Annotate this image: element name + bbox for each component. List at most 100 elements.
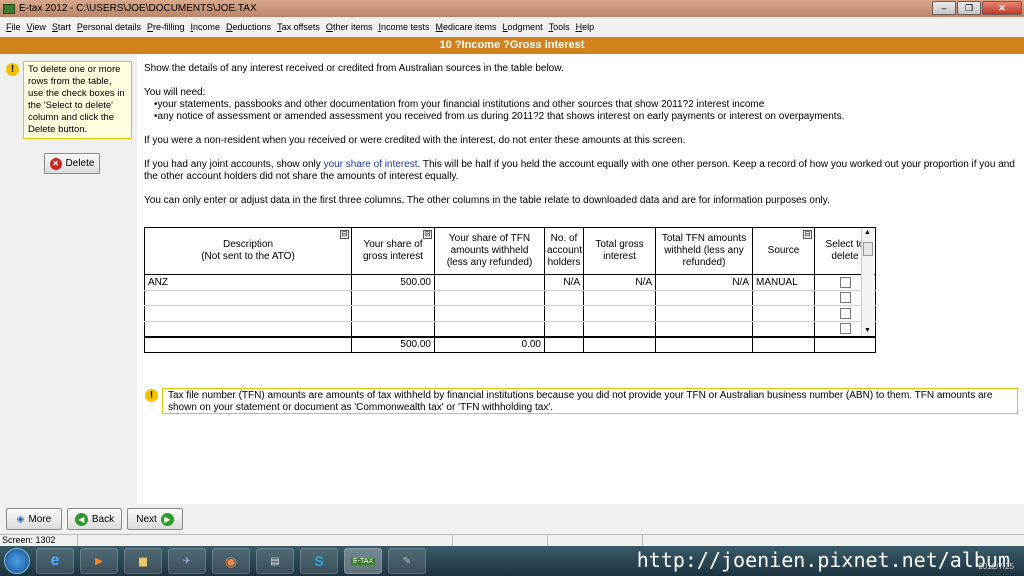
joint-accounts-text: If you had any joint accounts, show only… [144,159,1016,183]
cell-total-tfn [655,320,753,337]
skype-taskbar-icon[interactable]: S [300,548,338,574]
scroll-up-arrow-icon[interactable]: ▲ [864,229,871,236]
col-total-gross: Total gross interest [583,227,656,275]
col-select-delete-label: Select to delete [825,239,865,262]
menu-pre-filling[interactable]: Pre-filling [144,22,188,32]
menu-income[interactable]: Income [188,22,224,32]
cell-gross-interest[interactable]: 500.00 [351,274,435,291]
delete-hint: To delete one or more rows from the tabl… [23,61,132,139]
cell-tfn-withheld[interactable] [434,289,545,306]
menu-income-tests[interactable]: Income tests [375,22,432,32]
joint-accounts-text-a: If you had any joint accounts, show only [144,159,324,170]
more-label: More [28,513,52,525]
select-to-delete-checkbox[interactable] [839,322,851,334]
cell-description[interactable] [144,320,352,337]
menu-lodgment[interactable]: Lodgment [500,22,546,32]
menu-start[interactable]: Start [49,22,74,32]
sort-icon[interactable]: ⊟ [423,230,432,239]
col-description[interactable]: Description (Not sent to the ATO) ⊟ [144,227,352,275]
cell-description[interactable]: ANZ [144,274,352,291]
cell-tfn-withheld[interactable] [434,320,545,337]
next-label: Next [136,513,157,525]
cell-source [752,305,815,322]
menu-deductions[interactable]: Deductions [223,22,274,32]
col-source[interactable]: Source ⊟ [752,227,815,275]
col-gross-interest-label: Your share of gross interest [362,239,424,262]
select-to-delete-checkbox[interactable] [839,276,851,288]
sidebar: ! To delete one or more rows from the ta… [0,54,137,504]
cell-description[interactable] [144,289,352,306]
restore-button[interactable]: ❐ [957,1,981,15]
sort-icon[interactable]: ⊟ [803,230,812,239]
col-description-label: Description (Not sent to the ATO) [201,239,295,262]
etax-app-icon [3,3,15,14]
table-scrollbar[interactable]: ▲ ▼ [861,228,874,335]
share-of-interest-link[interactable]: your share of interest [324,159,418,170]
col-total-tfn: Total TFN amounts withheld (less any ref… [655,227,753,275]
intro-text: Show the details of any interest receive… [144,63,564,74]
taskbar-clock: 2012/7/25 [978,562,1014,571]
total-gross-interest: 500.00 [351,335,435,353]
cell-gross-interest[interactable] [351,289,435,306]
cell-gross-interest[interactable] [351,320,435,337]
scroll-thumb[interactable] [863,242,873,256]
col-gross-interest[interactable]: Your share of gross interest ⊟ [351,227,435,275]
menu-tax-offsets[interactable]: Tax offsets [274,22,323,32]
menu-help[interactable]: Help [573,22,598,32]
cell-total-gross [583,320,656,337]
menu-tools[interactable]: Tools [546,22,573,32]
status-segment [78,535,453,546]
scroll-down-arrow-icon[interactable]: ▼ [864,327,871,334]
total-tfn-withheld: 0.00 [434,335,545,353]
total-blank [752,335,815,353]
tool-taskbar-icon[interactable]: ✎ [388,548,426,574]
cell-description[interactable] [144,305,352,322]
app-taskbar-icon[interactable]: ✈ [168,548,206,574]
title-bar: E-tax 2012 - C:\USERS\JOE\DOCUMENTS\JOE.… [0,0,1024,17]
etax-taskbar-icon[interactable]: E-TAX [344,548,382,574]
non-resident-text: If you were a non-resident when you rece… [144,135,686,146]
status-segment [548,535,643,546]
cell-gross-interest[interactable] [351,305,435,322]
cell-total-gross [583,305,656,322]
menu-view[interactable]: View [24,22,49,32]
menu-personal-details[interactable]: Personal details [74,22,144,32]
page-title: 10 ?Income ?Gross interest [0,37,1024,54]
close-button[interactable]: ✕ [982,1,1022,15]
back-button[interactable]: ◀ Back [67,508,122,530]
delete-label: Delete [65,158,95,169]
more-button[interactable]: ◈ More [6,508,62,530]
chrome-taskbar-icon[interactable]: ◉ [212,548,250,574]
table-row [144,320,876,337]
col-total-gross-label: Total gross interest [595,239,644,262]
menu-medicare-items[interactable]: Medicare items [433,22,500,32]
media-player-taskbar-icon[interactable]: ▶ [80,548,118,574]
minimize-button[interactable]: – [932,1,956,15]
cell-tfn-withheld[interactable] [434,274,545,291]
next-button[interactable]: Next ▶ [127,508,183,530]
folder-taskbar-icon[interactable]: ▤ [256,548,294,574]
bullet-assessment: •any notice of assessment or amended ass… [154,111,845,122]
table-row [144,289,876,306]
start-button[interactable] [4,548,30,574]
sort-icon[interactable]: ⊟ [340,230,349,239]
etax-taskbar-label: E-TAX [350,557,376,565]
bullet-statements: •your statements, passbooks and other do… [154,99,765,110]
col-account-holders-label: No. of account holders [547,233,583,268]
tfn-note: Tax file number (TFN) amounts are amount… [162,388,1018,414]
delete-button[interactable]: ✕ Delete [44,153,100,174]
cell-tfn-withheld[interactable] [434,305,545,322]
menu-bar: File View Start Personal details Pre-fil… [0,17,1024,37]
totals-row: 500.00 0.00 [144,335,876,353]
explorer-taskbar-icon[interactable]: ▆ [124,548,162,574]
total-blank [583,335,656,353]
more-icon: ◈ [16,513,25,525]
menu-file[interactable]: File [3,22,24,32]
select-to-delete-checkbox[interactable] [839,292,851,304]
menu-other-items[interactable]: Other items [323,22,376,32]
main-content: Show the details of any interest receive… [144,54,1020,504]
ie-taskbar-icon[interactable]: e [36,548,74,574]
table-row [144,305,876,322]
cell-total-tfn: N/A [655,274,753,291]
select-to-delete-checkbox[interactable] [839,307,851,319]
